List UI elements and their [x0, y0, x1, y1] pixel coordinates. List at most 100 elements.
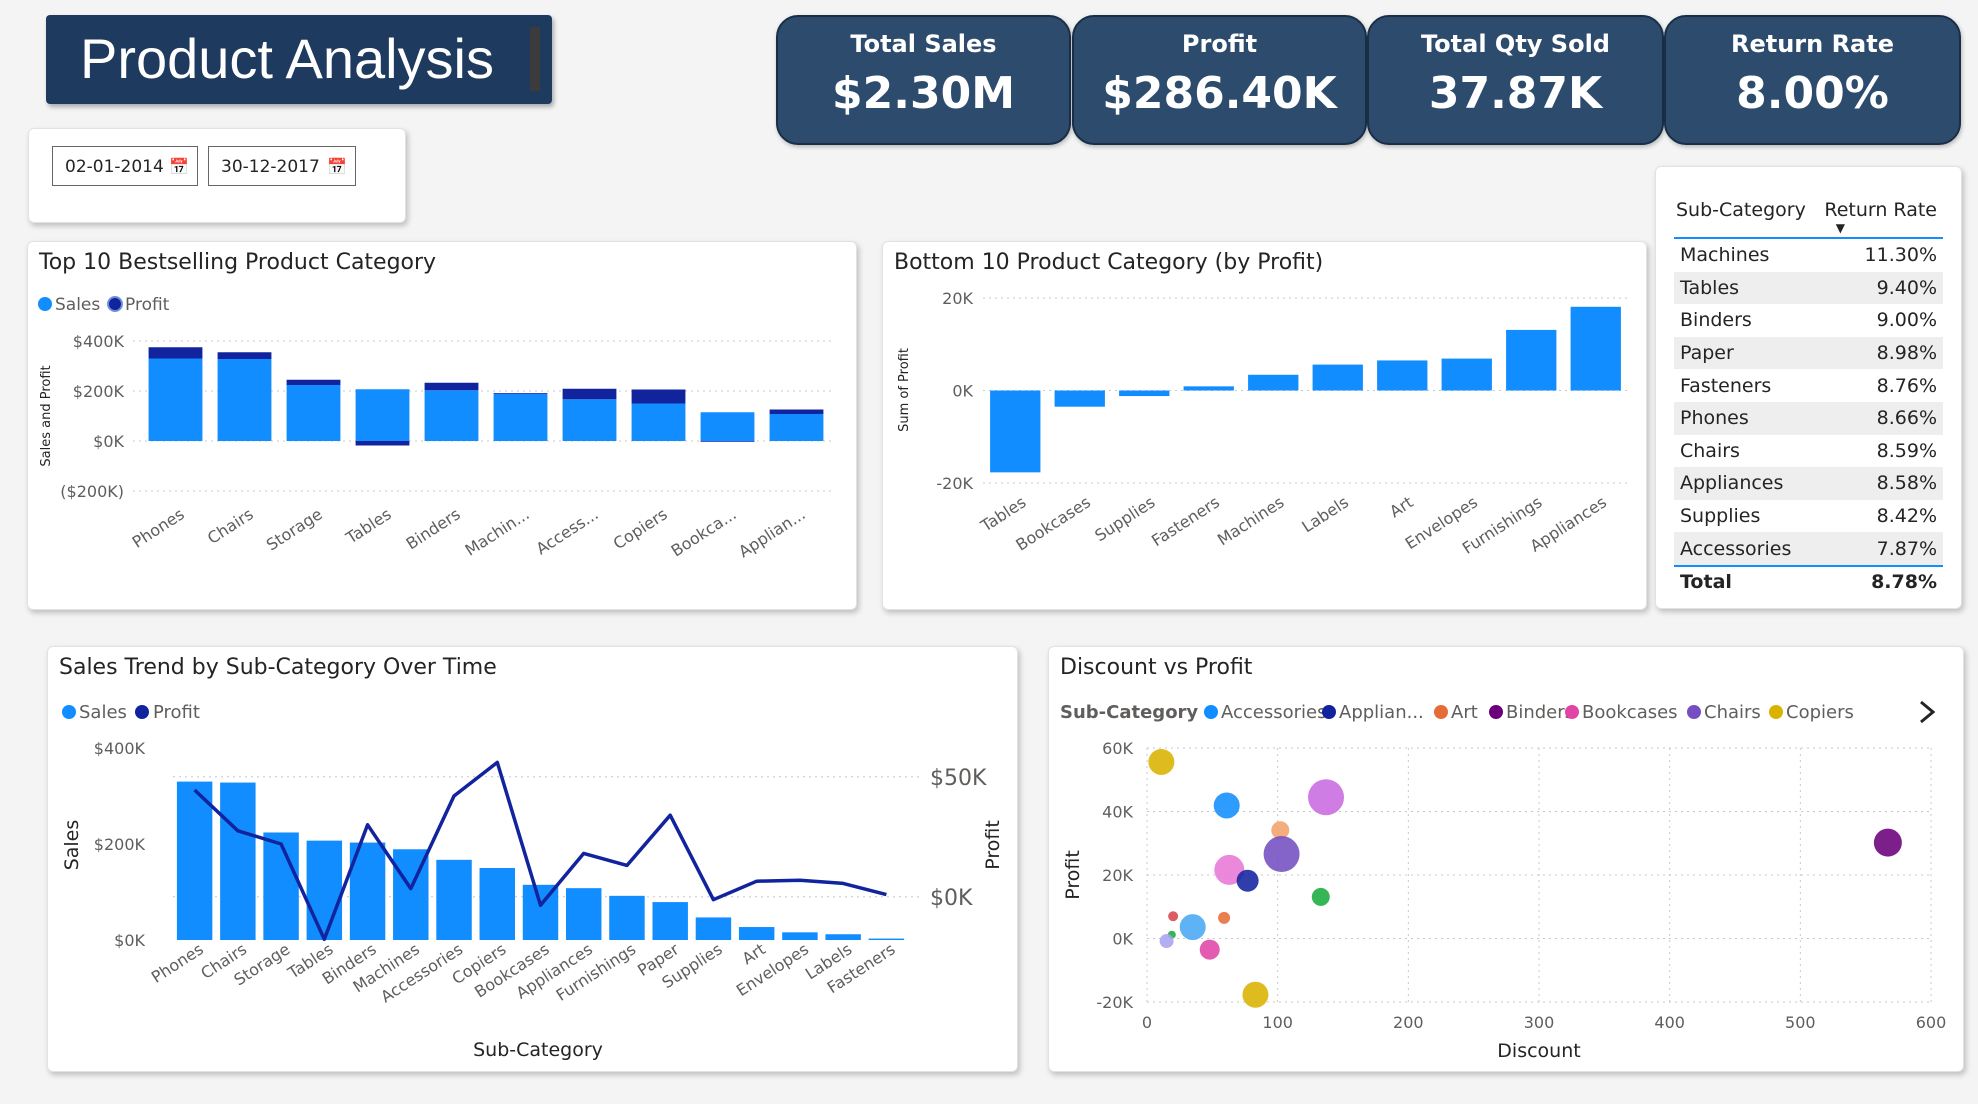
- calendar-icon[interactable]: 📅: [169, 147, 189, 187]
- x-tick-label: Supplies: [1091, 492, 1158, 545]
- table-row[interactable]: Supplies 8.42%: [1674, 500, 1943, 533]
- legend-label-profit: Profit: [125, 295, 170, 315]
- bar-profit: [769, 409, 824, 414]
- cell-sub-category: Phones: [1674, 401, 1834, 435]
- start-date-input[interactable]: 02-01-2014 📅: [52, 146, 198, 186]
- bar-sales: [220, 782, 256, 940]
- y-tick-label: -20K: [936, 474, 973, 493]
- cell-sub-category: Supplies: [1680, 505, 1761, 528]
- x-tick-label: 0: [1142, 1013, 1152, 1032]
- legend-label: Applian...: [1339, 702, 1424, 723]
- scatter-point: [1218, 911, 1231, 924]
- bar-sales: [263, 832, 299, 940]
- legend-marker: [1687, 705, 1701, 719]
- table-row[interactable]: Fasteners 8.76%: [1674, 369, 1943, 402]
- table-row[interactable]: Paper 8.98%: [1674, 336, 1943, 370]
- bar-profit: [355, 441, 410, 446]
- bar-profit: [1119, 390, 1170, 397]
- y-tick-label: 0K: [1112, 930, 1133, 949]
- table-row[interactable]: Chairs 8.59%: [1674, 435, 1943, 468]
- x-tick-label: 600: [1916, 1013, 1947, 1032]
- kpi-card-total-qty-sold[interactable]: Total Qty Sold 37.87K: [1367, 15, 1664, 145]
- x-tick-label: Labels: [1298, 492, 1352, 536]
- table-total-row: Total 8.78%: [1674, 564, 1943, 599]
- table-row[interactable]: Appliances 8.58%: [1674, 467, 1943, 500]
- cell-return-rate: 9.00%: [1876, 309, 1937, 332]
- legend-marker: [1489, 705, 1503, 719]
- bar-profit: [493, 393, 548, 394]
- table-header-row: Sub-Category Return Rate ▼: [1674, 183, 1943, 239]
- y-tick-label: 20K: [942, 289, 973, 308]
- table-row[interactable]: Binders 9.00%: [1674, 304, 1943, 337]
- table-row[interactable]: Accessories 7.87%: [1674, 532, 1943, 565]
- bar-sales: [148, 358, 203, 441]
- bar-profit: [1506, 329, 1557, 391]
- table-row[interactable]: Machines 11.30%: [1674, 239, 1943, 272]
- bar-sales: [609, 895, 645, 940]
- x-tick-label: Machin...: [462, 504, 533, 559]
- legend-label-sales: Sales: [55, 295, 100, 315]
- scatter-point: [1873, 828, 1902, 857]
- cell-return-rate: 8.98%: [1833, 336, 1943, 370]
- legend-marker: [1204, 705, 1218, 719]
- scatter-point: [1179, 914, 1206, 941]
- calendar-icon[interactable]: 📅: [327, 147, 347, 187]
- scatter-point: [1148, 748, 1175, 775]
- kpi-card-total-sales[interactable]: Total Sales $2.30M: [776, 15, 1071, 145]
- table-row[interactable]: Tables 9.40%: [1674, 271, 1943, 305]
- bar-profit: [217, 352, 272, 359]
- legend-marker-sales: [38, 297, 52, 311]
- kpi-value: 8.00%: [1736, 68, 1889, 119]
- bar-sales: [631, 403, 686, 441]
- top10-chart-card: Top 10 Bestselling Product Category Sales…: [27, 241, 857, 610]
- chart-title: Discount vs Profit: [1060, 655, 1253, 680]
- trend-chart-card: Sales Trend by Sub-Category Over Time Sal…: [47, 646, 1018, 1072]
- bar-profit: [1183, 386, 1234, 391]
- bar-sales: [176, 781, 213, 940]
- bar-sales: [436, 859, 472, 940]
- x-tick-label: 300: [1524, 1013, 1555, 1032]
- table-row[interactable]: Phones 8.66%: [1674, 401, 1943, 435]
- bar-sales: [738, 927, 775, 940]
- cell-return-rate: 8.59%: [1876, 439, 1937, 462]
- scatter-point: [1168, 911, 1179, 922]
- x-tick-label: 100: [1262, 1013, 1293, 1032]
- x-tick-label: 200: [1393, 1013, 1424, 1032]
- header-return-rate[interactable]: Return Rate: [1824, 199, 1937, 221]
- y-tick-label: $200K: [73, 382, 125, 401]
- x-tick-label: Machines: [1214, 492, 1288, 549]
- legend-label: Binders: [1506, 702, 1574, 723]
- legend-marker: [1565, 705, 1579, 719]
- bar-sales: [769, 414, 824, 441]
- legend-label: Accessories: [1221, 702, 1327, 723]
- y-tick-label: $0K: [93, 432, 124, 451]
- y-tick-label: 60K: [1102, 739, 1133, 758]
- chart-title: Top 10 Bestselling Product Category: [38, 250, 436, 275]
- end-date-value: 30-12-2017: [221, 157, 320, 177]
- x-tick-label: Chairs: [204, 504, 257, 547]
- sort-descending-icon[interactable]: ▼: [1836, 221, 1845, 235]
- legend-marker: [1434, 705, 1448, 719]
- legend-marker: [1769, 705, 1783, 719]
- scatter-point: [1199, 939, 1220, 960]
- x-tick-label: Binders: [403, 504, 464, 553]
- y-axis-label: Sales and Profit: [39, 365, 54, 466]
- x-tick-label: Tables: [977, 492, 1030, 536]
- kpi-label: Total Sales: [850, 30, 997, 58]
- y-axis-label: Sales: [61, 820, 83, 871]
- header-sub-category[interactable]: Sub-Category: [1676, 199, 1806, 221]
- legend-label: Bookcases: [1582, 702, 1678, 723]
- kpi-card-return-rate[interactable]: Return Rate 8.00%: [1664, 15, 1961, 145]
- bar-sales: [566, 888, 602, 940]
- cell-sub-category: Accessories: [1674, 532, 1834, 565]
- bar-profit: [424, 382, 479, 391]
- legend-label-sales: Sales: [79, 702, 127, 723]
- end-date-input[interactable]: 30-12-2017 📅: [208, 146, 356, 186]
- kpi-card-profit[interactable]: Profit $286.40K: [1072, 15, 1367, 145]
- x-axis-label: Sub-Category: [473, 1039, 603, 1061]
- kpi-value: $286.40K: [1102, 68, 1337, 119]
- legend-marker: [1322, 705, 1336, 719]
- scatter-point: [1213, 792, 1240, 819]
- x-tick-label: Tables: [342, 504, 395, 548]
- y-axis-label: Sum of Profit: [897, 348, 912, 432]
